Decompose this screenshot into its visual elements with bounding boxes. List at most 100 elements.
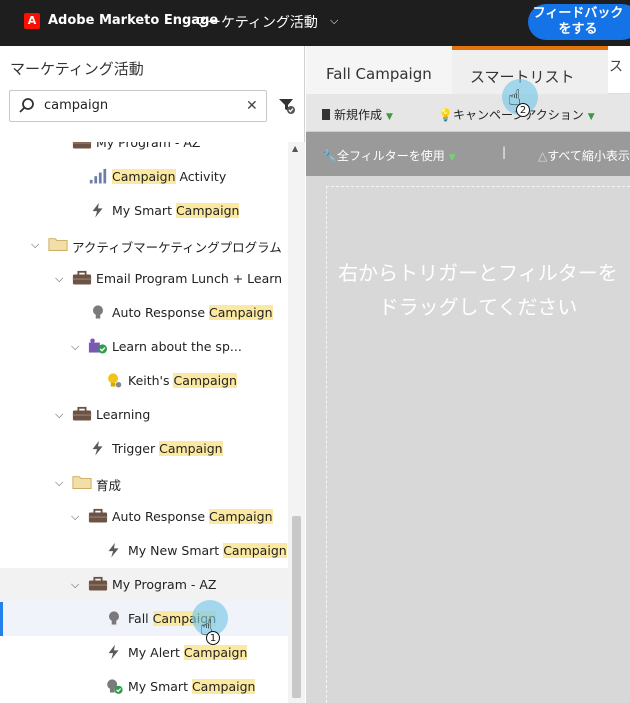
label-text: Trigger	[112, 441, 160, 456]
left-panel: マーケティング活動 campaign ✕ My Program - AZ Camp…	[0, 46, 305, 703]
tree-row[interactable]: My Alert Campaign	[0, 636, 288, 670]
event-program-icon	[88, 338, 108, 356]
chevron-down-icon[interactable]: ⌵	[55, 272, 63, 286]
tree-item-label: Campaign Activity	[112, 169, 226, 184]
search-input[interactable]: campaign	[44, 98, 108, 113]
chevron-down-icon[interactable]: ⌵	[71, 578, 79, 592]
search-icon	[19, 98, 34, 113]
label-text: Auto Response	[112, 305, 210, 320]
search-match-highlight: Campaign	[209, 305, 273, 320]
tree-row[interactable]: My Smart Campaign	[0, 670, 288, 703]
chevron-down-icon[interactable]: ⌵	[55, 476, 63, 490]
toolbar-filters: 🔧全フィルターを使用 ▼ | △すべて縮小表示	[306, 132, 630, 176]
tab-schedule[interactable]: ス	[609, 56, 623, 76]
chevron-down-icon[interactable]: ⌵	[31, 238, 39, 252]
label-text: Keith's	[128, 373, 174, 388]
chevron-down-icon[interactable]: ⌵	[55, 408, 63, 422]
top-bar: A Adobe Marketo Engage マーケティング活動 ⌵ フィードバ…	[0, 0, 630, 46]
tree-item-label: 育成	[96, 475, 121, 494]
report-bar-icon	[88, 168, 108, 186]
new-button[interactable]: 新規作成 ▼	[322, 106, 393, 123]
scroll-up-icon[interactable]: ▲	[292, 144, 298, 153]
drop-hint-line1: 右からトリガーとフィルターを	[338, 261, 618, 285]
label-text: アクティブマーケティングプログラム	[72, 240, 282, 255]
search-match-highlight: Campaign	[112, 169, 176, 184]
wrench-icon: 🔧	[322, 149, 337, 163]
tree-row[interactable]: My Program - AZ	[0, 142, 288, 160]
scrollbar-thumb[interactable]	[292, 516, 301, 698]
tree-item-label: Email Program Lunch + Learn	[96, 271, 282, 286]
tree-item-label: アクティブマーケティングプログラム	[72, 237, 282, 256]
program-icon	[72, 270, 92, 288]
step-number: 2	[516, 103, 530, 117]
tree-row[interactable]: Auto Response Campaign	[0, 296, 288, 330]
search-box[interactable]: campaign ✕	[9, 90, 267, 122]
label-text: Activity	[175, 169, 227, 184]
tree-item-label: My Program - AZ	[96, 142, 200, 150]
tree-item-label: My Program - AZ	[112, 577, 216, 592]
use-all-filters-button[interactable]: 🔧全フィルターを使用 ▼	[322, 147, 456, 164]
label-text: My Program - AZ	[96, 142, 201, 150]
drop-hint-line2: ドラッグしてください	[378, 295, 578, 319]
program-icon	[72, 406, 92, 424]
close-icon[interactable]: ✕	[246, 98, 258, 114]
chevron-down-icon[interactable]: ⌵	[71, 340, 79, 354]
label-text: Fall	[128, 611, 153, 626]
filter-icon[interactable]	[278, 97, 296, 115]
tree-item-label: Auto Response Campaign	[112, 509, 273, 524]
label-text: Learn about the sp...	[112, 339, 242, 354]
tree-row[interactable]: ⌵ Auto Response Campaign	[0, 500, 288, 534]
tree-row[interactable]: My Smart Campaign	[0, 194, 288, 228]
drop-hint: 右からトリガーとフィルターを ドラッグしてください	[306, 256, 630, 324]
tree-row[interactable]: Trigger Campaign	[0, 432, 288, 466]
tree-row[interactable]: ⌵ Learn about the sp...	[0, 330, 288, 364]
new-button-label: 新規作成	[334, 108, 383, 122]
lightbulb-check-icon	[104, 678, 124, 696]
folder-icon	[72, 474, 92, 492]
tree-item-label: Learn about the sp...	[112, 339, 242, 354]
lightbulb-icon	[104, 610, 124, 628]
lightning-icon	[88, 440, 108, 458]
collapse-all-button[interactable]: △すべて縮小表示	[538, 147, 630, 164]
program-icon	[72, 142, 92, 152]
search-match-highlight: Campaign	[183, 645, 248, 660]
tree-row[interactable]: Campaign Activity	[0, 160, 288, 194]
tree-row[interactable]: ⌵ Email Program Lunch + Learn	[0, 262, 288, 296]
label-text: My Alert	[128, 645, 184, 660]
tree-row[interactable]: My New Smart Campaign	[0, 534, 288, 568]
tree-row[interactable]: Keith's Campaign	[0, 364, 288, 398]
tab-fall-campaign[interactable]: Fall Campaign	[306, 46, 452, 94]
program-icon	[88, 576, 108, 594]
tree-item-label: Auto Response Campaign	[112, 305, 273, 320]
panel-title: マーケティング活動	[10, 60, 144, 78]
tree-row[interactable]: ⌵ アクティブマーケティングプログラム	[0, 228, 288, 262]
collapse-all-label: すべて縮小表示	[547, 149, 630, 163]
workspace-selector[interactable]: マーケティング活動	[193, 12, 318, 32]
label-text: My Program - AZ	[112, 577, 217, 592]
feedback-button-label: フィードバックをする	[532, 6, 624, 37]
search-match-highlight: Campaign	[191, 679, 256, 694]
tree-item-label: My Smart Campaign	[128, 679, 256, 694]
adobe-logo-icon[interactable]: A	[24, 13, 40, 29]
tree-row[interactable]: ⌵ 育成	[0, 466, 288, 500]
search-match-highlight: Campaign	[175, 203, 240, 218]
lightbulb-gear-icon	[104, 372, 124, 390]
tree-item-label: My New Smart Campaign	[128, 543, 287, 558]
lightning-icon	[104, 542, 124, 560]
label-text: Auto Response	[112, 509, 210, 524]
tree-row[interactable]: Fall Campaign	[0, 602, 288, 636]
feedback-button[interactable]: フィードバックをする	[528, 4, 630, 40]
chevron-down-icon[interactable]: ⌵	[330, 14, 338, 28]
tree-row[interactable]: ⌵ Learning	[0, 398, 288, 432]
tree-row[interactable]: ⌵ My Program - AZ	[0, 568, 288, 602]
lightbulb-icon	[88, 304, 108, 322]
lightning-icon	[104, 644, 124, 662]
scrollbar[interactable]: ▲	[288, 142, 305, 703]
search-match-highlight: Campaign	[209, 509, 273, 524]
tree-item-label: Learning	[96, 407, 150, 422]
folder-icon	[48, 236, 68, 254]
search-match-highlight: Campaign	[223, 543, 287, 558]
collapse-icon: △	[538, 149, 548, 163]
chevron-down-icon[interactable]: ⌵	[71, 510, 79, 524]
new-icon	[322, 109, 330, 120]
